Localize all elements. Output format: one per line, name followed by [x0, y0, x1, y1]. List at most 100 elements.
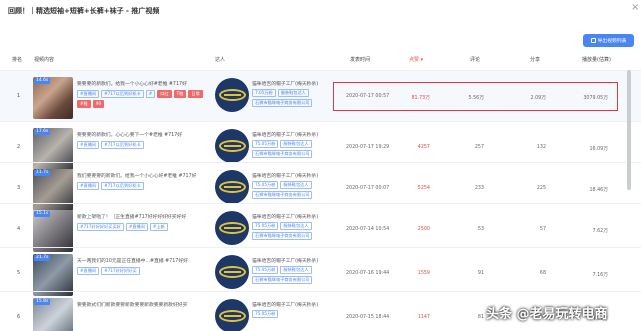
brand-emblem-icon — [218, 222, 246, 234]
author-badges: 75.05万粉 服装鞋包达人石狮市猫咪电子商务有限公司 — [252, 266, 332, 284]
rank-cell: 4 — [17, 226, 21, 232]
shares-count: 57 — [539, 227, 546, 232]
col-plays[interactable]: 播放量(估算) — [582, 56, 611, 63]
author-badges: 75.05万粉 — [252, 310, 332, 318]
scrollbar[interactable] — [627, 70, 631, 190]
plays-count: 16.09万 — [589, 147, 608, 152]
plays-count: 18.46万 — [589, 188, 608, 193]
rank-cell: 1 — [17, 93, 21, 99]
video-tags: #直播间 #717以后到好机卡 — [77, 182, 209, 190]
col-likes[interactable]: 点赞 ▾ — [409, 56, 423, 63]
author-badge: 75.05万粉 — [252, 266, 279, 274]
video-description[interactable]: 要要要的新款们。给我一个小心心好#老推 #717好 — [77, 80, 207, 87]
brand-emblem-icon — [218, 181, 246, 193]
table-header: 排名 视频内容 达人 发表时间 点赞 ▾ 评论 分享 播放量(估算) — [0, 50, 641, 68]
brand-emblem-icon — [218, 140, 246, 152]
video-thumbnail[interactable]: 15.8s — [33, 298, 73, 331]
video-tag[interactable]: T恤 — [173, 90, 187, 98]
author-badge: 石狮市猫咪电子商务有限公司 — [252, 150, 313, 158]
duration-badge: 11.7s — [34, 170, 51, 176]
video-thumbnail[interactable]: 15.1s — [33, 210, 73, 252]
author-avatar[interactable] — [215, 78, 249, 112]
video-description[interactable]: 要要款式们们新款要要新款要要新款要要新款好好买 — [77, 301, 207, 308]
video-tag[interactable]: #717好好好好买买好 — [77, 223, 124, 231]
author-badge: 石狮市猫咪电子商务有限公司 — [252, 191, 313, 199]
video-tag[interactable]: #直播间 — [77, 141, 100, 149]
author-badge: 75.05万粉 — [252, 140, 279, 148]
author-badges: 75.05万粉 服装鞋包达人 石狮市猫咪电子商务有限公司 — [252, 181, 332, 199]
duration-badge: 15.1s — [34, 211, 51, 217]
author-badge: 75.05万粉 — [252, 310, 279, 318]
video-thumbnail[interactable]: 14.6s — [33, 77, 73, 119]
video-tags: #直播间 #717以后到好机卡 — [77, 141, 209, 149]
author-badge: 石狮市猫咪电子商务有限公司 — [252, 276, 313, 284]
watermark: 头条 @老易玩转电商 — [486, 307, 608, 322]
video-tags: #直播间 #717好好好好买 — [77, 267, 209, 275]
video-description[interactable]: 要要要的新款们。心心心要下一个#老推 #717好 — [77, 131, 207, 138]
duration-badge: 17.6s — [34, 129, 51, 135]
duration-badge: 15.8s — [34, 299, 51, 305]
author-avatar[interactable] — [215, 170, 249, 204]
video-tag[interactable]: #717以后到好机卡 — [101, 182, 144, 190]
author-badge: 服装鞋包达人 — [280, 266, 312, 274]
export-video-list-button[interactable]: 导出视频列表 — [583, 34, 634, 47]
rank-cell: 6 — [17, 314, 21, 320]
comments-count: 53 — [477, 227, 484, 232]
col-author: 达人 — [215, 57, 226, 63]
author-name[interactable]: 猫咪哈吉的帽子工厂(梅天秒杀) — [252, 131, 318, 138]
export-icon — [590, 38, 596, 43]
video-description[interactable]: 新款上架啦了！（正生直播#717好好好好好买好好 — [77, 213, 207, 220]
author-badge: 服装鞋包达人 — [277, 89, 309, 97]
author-avatar[interactable] — [215, 211, 249, 245]
shares-count: 68 — [539, 271, 546, 276]
video-thumbnail[interactable]: 21.7s — [33, 254, 73, 296]
publish-time: 2020-07-17 19:29 — [346, 145, 390, 150]
video-description[interactable]: 我们要要要的新款们。给我一个小心心好#老推 #717好 — [77, 172, 207, 179]
author-avatar[interactable] — [215, 255, 249, 289]
col-time[interactable]: 发表时间 — [350, 56, 370, 63]
author-avatar[interactable] — [215, 299, 249, 331]
brand-emblem-icon — [218, 310, 246, 322]
author-badge: 服装鞋包达人 — [280, 181, 312, 189]
likes-count: 1559 — [417, 271, 430, 276]
col-shares[interactable]: 分享 — [530, 56, 540, 63]
video-tag[interactable]: 口红 — [157, 90, 172, 98]
col-comments[interactable]: 评论 — [470, 56, 480, 63]
duration-badge: 21.7s — [34, 255, 51, 261]
video-tag[interactable]: #直播间 — [77, 182, 100, 190]
video-tag[interactable]: #717以后到好机卡 — [101, 90, 144, 98]
author-badge: 石狮市猫咪电子商务有限公司 — [252, 99, 313, 107]
video-tag[interactable]: #直播间 — [77, 267, 100, 275]
video-tag[interactable]: #鞋 — [77, 100, 91, 108]
author-name[interactable]: 猫咪哈吉的帽子工厂(梅天秒杀) — [252, 213, 318, 220]
author-badge: 服装鞋包达人 — [280, 222, 312, 230]
video-description[interactable]: 天一两我们的10元是正在直播中...#直播 #717好好 — [77, 257, 207, 264]
author-badge: 7.05万粉 — [252, 89, 276, 97]
author-badges: 75.05万粉 服装鞋包达人 石狮市猫咪电子商务有限公司 — [252, 140, 332, 158]
author-avatar[interactable] — [215, 129, 249, 163]
video-tag[interactable]: #上新 — [149, 223, 168, 231]
likes-count: 5254 — [417, 186, 430, 191]
video-tag[interactable]: # — [145, 90, 156, 98]
author-badge: 75.05万粉 — [252, 222, 279, 230]
author-name[interactable]: 猫咪哈吉的帽子工厂(梅天秒杀) — [252, 172, 318, 179]
video-tag[interactable]: #717好好好好买 — [101, 267, 140, 275]
publish-time: 2020-07-15 18:44 — [346, 315, 390, 320]
video-tags: #717好好好好买买好 #直播间 #上新 — [77, 223, 209, 231]
comments-count: 257 — [474, 145, 484, 150]
comments-count: 91 — [477, 271, 484, 276]
video-tag[interactable]: #直播间 — [77, 90, 100, 98]
author-badges: 75.05万粉 服装鞋包达人 石狮市猫咪电子商务有限公司 — [252, 222, 332, 240]
video-tag[interactable]: #直播间 — [125, 223, 148, 231]
author-name[interactable]: 猫咪哈吉的帽子工厂(梅天秒杀) — [252, 80, 318, 87]
author-name[interactable]: 猫咪哈吉的帽子工厂(梅天秒杀) — [252, 301, 318, 308]
brand-emblem-icon — [218, 89, 246, 101]
col-rank: 排名 — [12, 57, 23, 63]
author-name[interactable]: 猫咪哈吉的帽子工厂(梅天秒杀) — [252, 257, 318, 264]
video-tag[interactable]: 99 — [92, 100, 105, 108]
close-icon[interactable]: × — [631, 3, 639, 13]
video-tag[interactable]: #717以后到好机卡 — [101, 141, 144, 149]
author-badges: 7.05万粉 服装鞋包达人石狮市猫咪电子商务有限公司 — [252, 89, 332, 107]
sort-down-icon: ▾ — [420, 57, 424, 63]
video-tag[interactable]: 日常 — [188, 90, 203, 98]
